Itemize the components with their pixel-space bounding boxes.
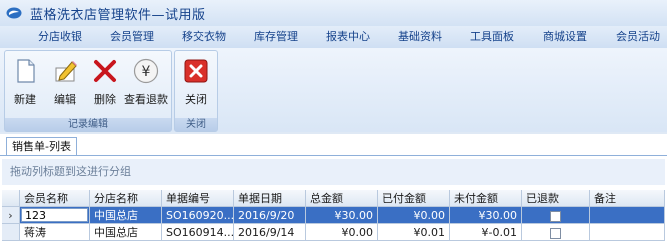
window-title: 蓝格洗衣店管理软件—试用版 (30, 7, 206, 23)
delete-x-icon (94, 60, 116, 82)
cell-member-editor[interactable]: 123 (21, 208, 88, 222)
column-header-member[interactable]: 会员名称 (20, 190, 90, 207)
menu-inventory[interactable]: 库存管理 (254, 26, 298, 48)
cell-unpaid: ¥30.00 (450, 207, 522, 224)
menu-transfer-clothes[interactable]: 移交衣物 (182, 26, 226, 48)
ribbon-toolbar: 新建 编辑 删除 ¥ 查看退款 记录编辑 关闭 关闭 (0, 48, 667, 132)
cell-refunded (522, 224, 590, 241)
grid-header-row: 会员名称 分店名称 单据编号 单据日期 总金额 已付金额 未付金额 已退款 备注 (2, 190, 665, 207)
edit-button[interactable]: 编辑 (47, 53, 83, 111)
tab-underline (0, 155, 667, 156)
cell-date: 2016/9/20 (234, 207, 306, 224)
cell-note (590, 224, 665, 241)
ribbon-group-close: 关闭 关闭 (174, 50, 218, 132)
new-document-icon (17, 59, 35, 83)
table-row[interactable]: › 123 中国总店 SO160920... 2016/9/20 ¥30.00 … (2, 207, 665, 224)
column-header-refunded[interactable]: 已退款 (522, 190, 590, 207)
delete-button[interactable]: 删除 (87, 53, 123, 111)
cell-member: 蒋涛 (20, 224, 90, 241)
menu-store-checkout[interactable]: 分店收银 (38, 26, 82, 48)
cell-doc-no: SO160920... (162, 207, 234, 224)
column-header-unpaid[interactable]: 未付金额 (450, 190, 522, 207)
title-bar: 蓝格洗衣店管理软件—试用版 (0, 0, 667, 26)
close-button-label: 关闭 (185, 93, 207, 106)
main-menu-bar: 分店收银 会员管理 移交衣物 库存管理 报表中心 基础资料 工具面板 商城设置 … (0, 26, 667, 49)
refunded-checkbox[interactable] (550, 227, 561, 239)
content-panel: 销售单-列表 拖动列标题到这进行分组 会员名称 分店名称 单据编号 单据日期 总… (0, 134, 667, 250)
tab-sales-list[interactable]: 销售单-列表 (6, 137, 77, 156)
column-header-note[interactable]: 备注 (590, 190, 665, 207)
cell-paid: ¥0.00 (378, 207, 450, 224)
column-header-total[interactable]: 总金额 (306, 190, 378, 207)
delete-button-label: 删除 (94, 93, 116, 106)
refunded-checkbox[interactable] (550, 210, 561, 222)
column-header-doc-no[interactable]: 单据编号 (162, 190, 234, 207)
group-by-hint: 拖动列标题到这进行分组 (10, 165, 131, 178)
view-refund-button-label: 查看退款 (124, 93, 168, 106)
menu-member-activities[interactable]: 会员活动 (616, 26, 660, 48)
cell-unpaid: ¥-0.01 (450, 224, 522, 241)
cell-note (590, 207, 665, 224)
column-header-paid[interactable]: 已付金额 (378, 190, 450, 207)
app-logo-icon (6, 7, 22, 19)
menu-base-data[interactable]: 基础资料 (398, 26, 442, 48)
column-header-store[interactable]: 分店名称 (90, 190, 162, 207)
row-indicator-empty (2, 224, 20, 241)
cell-paid: ¥0.01 (378, 224, 450, 241)
new-button-label: 新建 (14, 93, 36, 106)
edit-button-label: 编辑 (54, 93, 76, 106)
cell-store: 中国总店 (90, 207, 162, 224)
table-row[interactable]: 蒋涛 中国总店 SO160914... 2016/9/14 ¥0.00 ¥0.0… (2, 224, 665, 241)
cell-total: ¥30.00 (306, 207, 378, 224)
view-refund-button[interactable]: ¥ 查看退款 (123, 53, 169, 111)
cell-doc-no: SO160914... (162, 224, 234, 241)
cell-store: 中国总店 (90, 224, 162, 241)
cell-member[interactable]: 123 (20, 207, 90, 224)
ribbon-group-caption-close: 关闭 (175, 118, 217, 131)
cell-refunded (522, 207, 590, 224)
new-button[interactable]: 新建 (7, 53, 43, 111)
menu-tools[interactable]: 工具面板 (470, 26, 514, 48)
ribbon-group-record-edit: 新建 编辑 删除 ¥ 查看退款 记录编辑 (4, 50, 172, 132)
close-button[interactable]: 关闭 (178, 53, 214, 111)
edit-pencil-icon (55, 61, 77, 82)
menu-member-management[interactable]: 会员管理 (110, 26, 154, 48)
header-row-indicator (2, 190, 20, 207)
ribbon-group-caption-record-edit: 记录编辑 (5, 118, 171, 131)
column-header-date[interactable]: 单据日期 (234, 190, 306, 207)
cell-date: 2016/9/14 (234, 224, 306, 241)
row-indicator: › (2, 207, 20, 224)
cell-total: ¥0.00 (306, 224, 378, 241)
yen-refund-icon: ¥ (133, 58, 159, 84)
close-red-icon (184, 59, 208, 83)
svg-text:¥: ¥ (142, 64, 151, 80)
menu-reports[interactable]: 报表中心 (326, 26, 370, 48)
group-by-panel[interactable]: 拖动列标题到这进行分组 (2, 159, 665, 185)
menu-mall-settings[interactable]: 商城设置 (543, 26, 587, 48)
